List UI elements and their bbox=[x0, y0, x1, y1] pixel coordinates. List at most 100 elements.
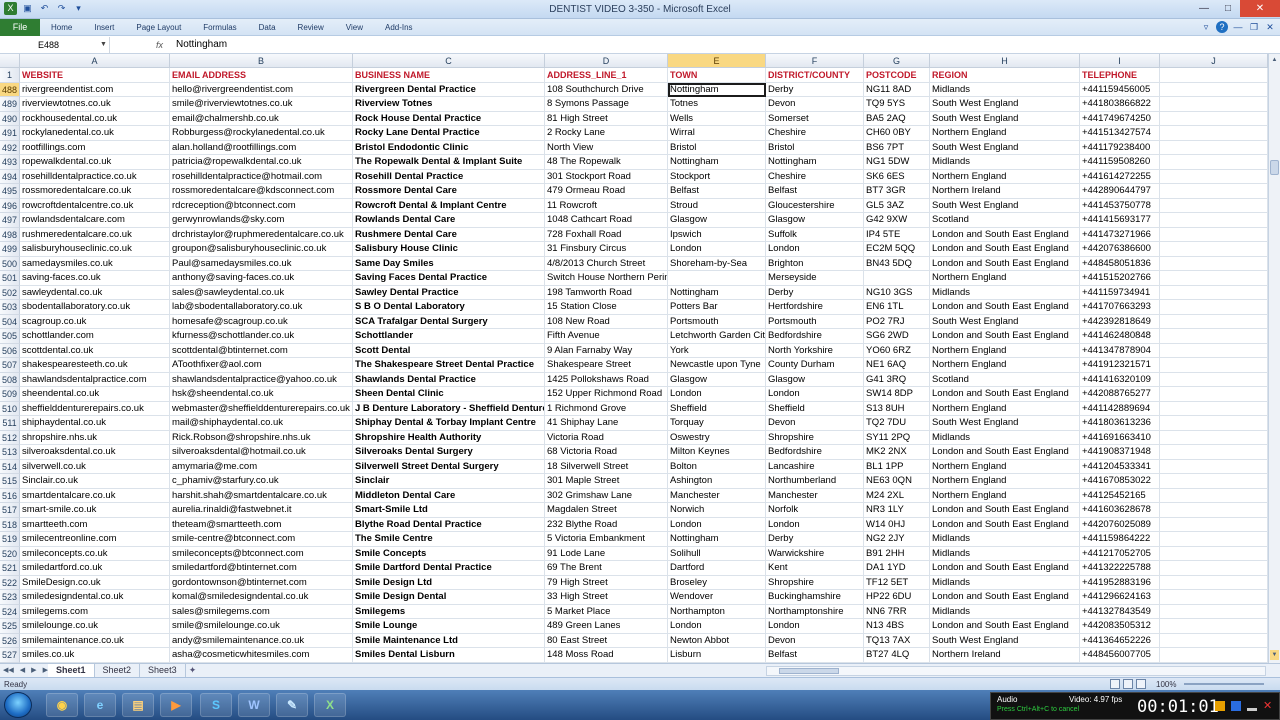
table-cell[interactable]: Glasgow bbox=[766, 213, 864, 228]
table-cell[interactable] bbox=[1160, 459, 1268, 474]
table-cell[interactable]: SK6 6ES bbox=[864, 169, 930, 184]
table-cell[interactable]: South West England bbox=[930, 314, 1080, 329]
table-cell[interactable] bbox=[1160, 358, 1268, 373]
table-cell[interactable]: Rowcroft Dental & Implant Centre bbox=[353, 198, 545, 213]
row-header[interactable]: 494 bbox=[0, 169, 20, 184]
table-cell[interactable]: London bbox=[668, 619, 766, 634]
table-cell[interactable]: London and South East England bbox=[930, 256, 1080, 271]
table-cell[interactable]: smilemaintenance.co.uk bbox=[20, 633, 170, 648]
table-cell[interactable]: Shiphay Dental & Torbay Implant Centre bbox=[353, 416, 545, 431]
table-cell[interactable] bbox=[1160, 198, 1268, 213]
table-cell[interactable] bbox=[1160, 155, 1268, 170]
table-cell[interactable]: MK2 2NX bbox=[864, 445, 930, 460]
row-header[interactable]: 517 bbox=[0, 503, 20, 518]
table-cell[interactable]: Robburgess@rockylanedental.co.uk bbox=[170, 126, 353, 141]
table-cell[interactable]: EC2M 5QQ bbox=[864, 242, 930, 257]
table-cell[interactable]: BT7 3GR bbox=[864, 184, 930, 199]
table-cell[interactable]: 108 New Road bbox=[545, 314, 668, 329]
column-header[interactable]: C bbox=[353, 54, 545, 68]
table-cell[interactable]: rosehilldentalpractice@hotmail.com bbox=[170, 169, 353, 184]
vertical-scrollbar[interactable]: ▲ ▼ bbox=[1268, 54, 1280, 663]
table-cell[interactable]: +441204533341 bbox=[1080, 459, 1160, 474]
table-cell[interactable]: 91 Lode Lane bbox=[545, 546, 668, 561]
table-cell[interactable]: 1 Richmond Grove bbox=[545, 401, 668, 416]
table-cell[interactable]: YO60 6RZ bbox=[864, 343, 930, 358]
table-cell[interactable]: NE63 0QN bbox=[864, 474, 930, 489]
table-cell[interactable]: Northern England bbox=[930, 358, 1080, 373]
table-cell[interactable]: alan.holland@rootfillings.com bbox=[170, 140, 353, 155]
table-cell[interactable]: South West England bbox=[930, 97, 1080, 112]
table-cell[interactable]: Merseyside bbox=[766, 271, 864, 286]
table-cell[interactable]: +441515202766 bbox=[1080, 271, 1160, 286]
row-header[interactable]: 521 bbox=[0, 561, 20, 576]
table-cell[interactable]: smileconcepts.co.uk bbox=[20, 546, 170, 561]
column-title-cell[interactable]: TOWN bbox=[668, 68, 766, 83]
table-cell[interactable]: Somerset bbox=[766, 111, 864, 126]
ribbon-tab[interactable]: Page Layout bbox=[125, 19, 192, 36]
table-cell[interactable]: NG11 8AD bbox=[864, 82, 930, 97]
table-cell[interactable]: rosehilldentalpractice.co.uk bbox=[20, 169, 170, 184]
table-cell[interactable]: BN43 5DQ bbox=[864, 256, 930, 271]
workbook-restore-icon[interactable]: ❐ bbox=[1248, 21, 1260, 33]
table-cell[interactable]: Nottingham bbox=[668, 532, 766, 547]
row-header[interactable]: 514 bbox=[0, 459, 20, 474]
table-cell[interactable]: homesafe@scagroup.co.uk bbox=[170, 314, 353, 329]
table-cell[interactable]: Belfast bbox=[668, 184, 766, 199]
table-cell[interactable]: rushmeredentalcare.co.uk bbox=[20, 227, 170, 242]
internet-explorer-icon[interactable]: e bbox=[84, 693, 116, 717]
table-cell[interactable]: Hertfordshire bbox=[766, 300, 864, 315]
table-cell[interactable] bbox=[1160, 372, 1268, 387]
table-cell[interactable]: Riverview Totnes bbox=[353, 97, 545, 112]
table-cell[interactable]: Bristol bbox=[668, 140, 766, 155]
table-cell[interactable]: London and South East England bbox=[930, 300, 1080, 315]
table-cell[interactable]: Newton Abbot bbox=[668, 633, 766, 648]
table-cell[interactable]: Brighton bbox=[766, 256, 864, 271]
table-cell[interactable]: rootfillings.com bbox=[20, 140, 170, 155]
table-cell[interactable]: B91 2HH bbox=[864, 546, 930, 561]
table-cell[interactable]: Smilegems bbox=[353, 604, 545, 619]
table-cell[interactable]: Derby bbox=[766, 532, 864, 547]
table-cell[interactable]: BT27 4LQ bbox=[864, 648, 930, 663]
table-cell[interactable] bbox=[1160, 575, 1268, 590]
table-cell[interactable]: London bbox=[766, 517, 864, 532]
table-cell[interactable]: Totnes bbox=[668, 97, 766, 112]
table-cell[interactable]: smilegems.com bbox=[20, 604, 170, 619]
table-cell[interactable]: Midlands bbox=[930, 430, 1080, 445]
table-cell[interactable]: Northern England bbox=[930, 126, 1080, 141]
recorder-stop-icon[interactable] bbox=[1231, 701, 1241, 711]
table-cell[interactable]: anthony@saving-faces.co.uk bbox=[170, 271, 353, 286]
table-cell[interactable]: samedaysmiles.co.uk bbox=[20, 256, 170, 271]
table-cell[interactable]: GL5 3AZ bbox=[864, 198, 930, 213]
name-box[interactable]: E488 bbox=[0, 37, 110, 53]
table-cell[interactable]: Ipswich bbox=[668, 227, 766, 242]
table-cell[interactable] bbox=[1160, 430, 1268, 445]
table-cell[interactable]: +441908371948 bbox=[1080, 445, 1160, 460]
table-cell[interactable]: SG6 2WD bbox=[864, 329, 930, 344]
table-cell[interactable]: SmileDesign.co.uk bbox=[20, 575, 170, 590]
table-cell[interactable] bbox=[1160, 532, 1268, 547]
table-cell[interactable]: Northern England bbox=[930, 401, 1080, 416]
table-cell[interactable]: S13 8UH bbox=[864, 401, 930, 416]
table-cell[interactable] bbox=[668, 271, 766, 286]
table-cell[interactable]: Rossmore Dental Care bbox=[353, 184, 545, 199]
table-cell[interactable] bbox=[1160, 82, 1268, 97]
row-header[interactable]: 526 bbox=[0, 633, 20, 648]
table-cell[interactable]: Scott Dental bbox=[353, 343, 545, 358]
table-cell[interactable]: HP22 6DU bbox=[864, 590, 930, 605]
table-cell[interactable]: +442088765277 bbox=[1080, 387, 1160, 402]
table-cell[interactable]: NG10 3GS bbox=[864, 285, 930, 300]
table-cell[interactable]: London and South East England bbox=[930, 619, 1080, 634]
table-cell[interactable]: smile-centre@btconnect.com bbox=[170, 532, 353, 547]
table-cell[interactable]: Switch House Northern Perimeter Road Liv… bbox=[545, 271, 668, 286]
word-icon[interactable]: W bbox=[238, 693, 270, 717]
column-title-cell[interactable]: ADDRESS_LINE_1 bbox=[545, 68, 668, 83]
normal-view-icon[interactable] bbox=[1110, 679, 1120, 689]
page-break-view-icon[interactable] bbox=[1136, 679, 1146, 689]
table-cell[interactable]: Bedfordshire bbox=[766, 445, 864, 460]
table-cell[interactable]: webmaster@sheffielddenturerepairs.co.uk bbox=[170, 401, 353, 416]
column-header[interactable]: H bbox=[930, 54, 1080, 68]
table-cell[interactable] bbox=[1160, 126, 1268, 141]
table-cell[interactable]: 69 The Brent bbox=[545, 561, 668, 576]
table-cell[interactable]: S B O Dental Laboratory bbox=[353, 300, 545, 315]
row-header[interactable]: 510 bbox=[0, 401, 20, 416]
